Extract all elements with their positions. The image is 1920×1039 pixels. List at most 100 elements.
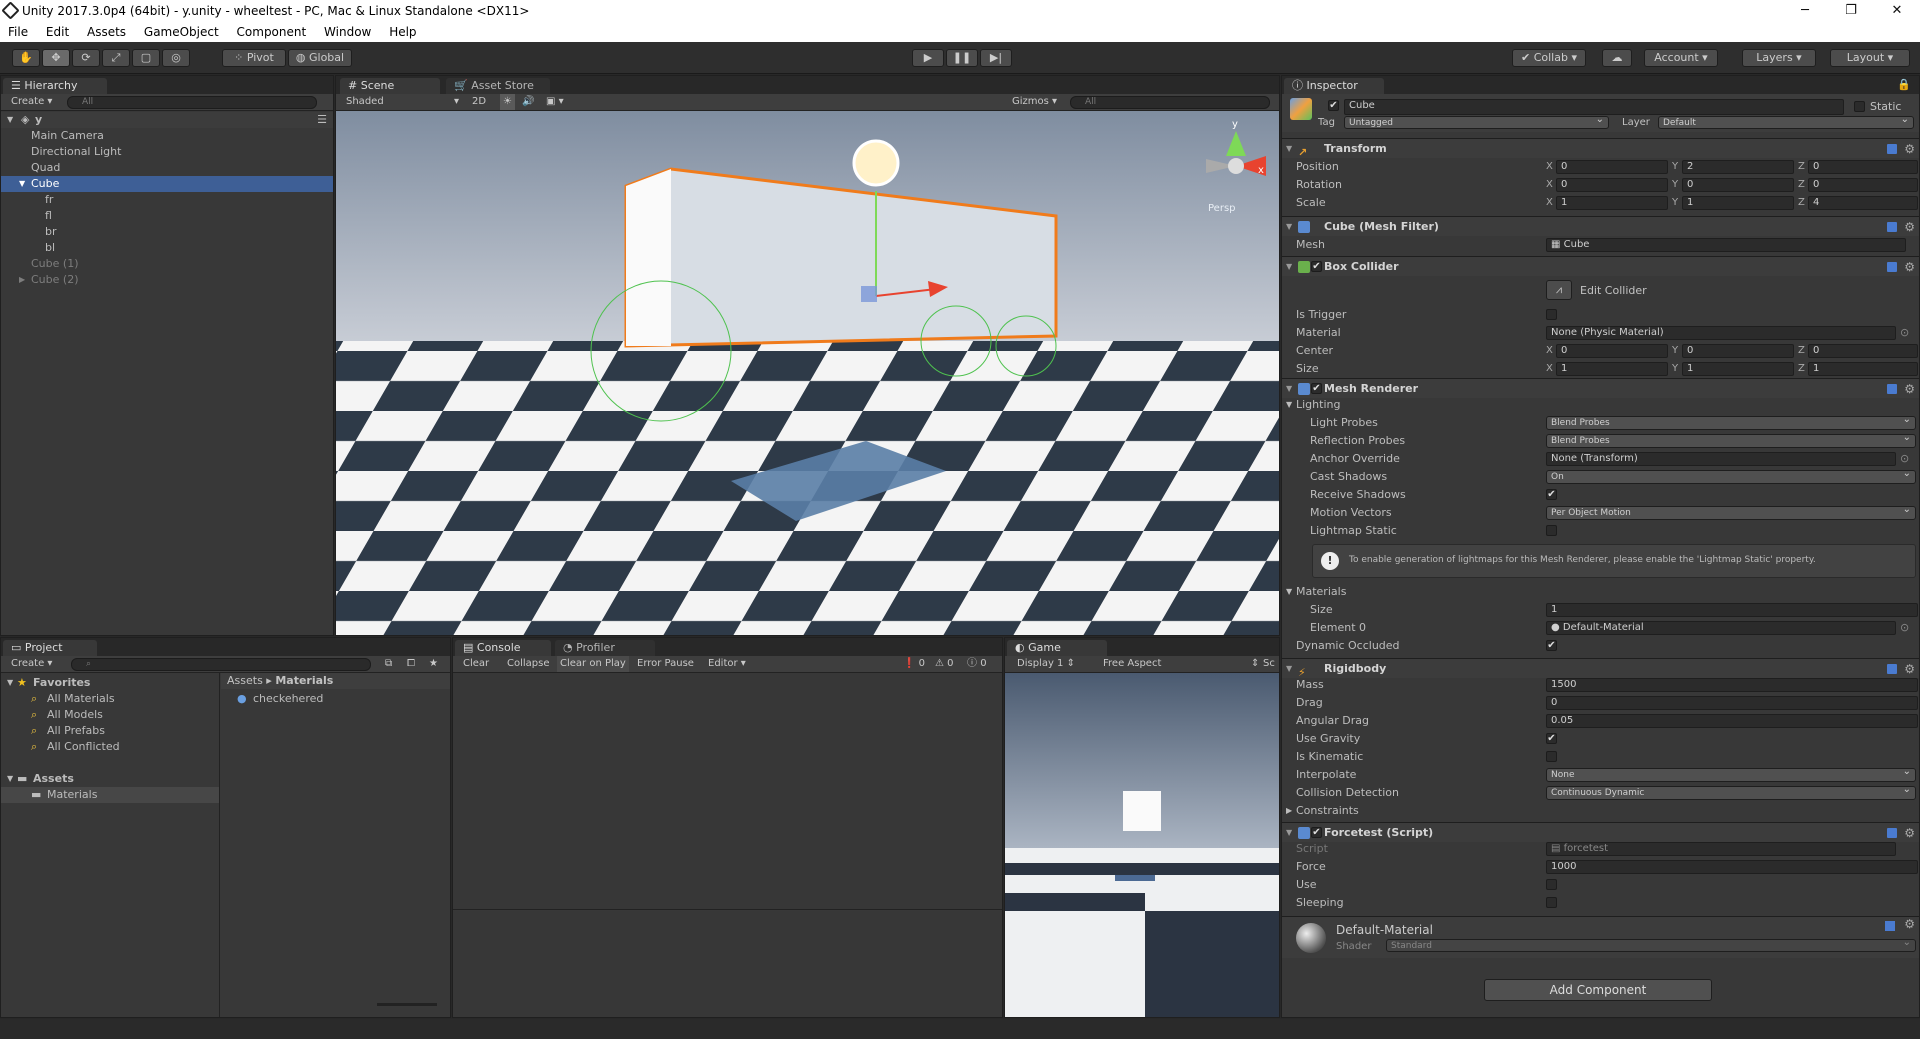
tab-inspector[interactable]: ⓘ Inspector (1284, 78, 1384, 94)
center-z-field[interactable]: 0 (1808, 344, 1918, 358)
materials-folder[interactable]: ▬ Materials (1, 787, 219, 803)
collab-dropdown[interactable]: ✔ Collab ▾ (1512, 49, 1586, 67)
icon-size-slider[interactable] (377, 1003, 437, 1006)
console-error-pause-button[interactable]: Error Pause (637, 656, 694, 672)
center-y-field[interactable]: 0 (1682, 344, 1794, 358)
active-checkbox[interactable]: ✔ (1328, 100, 1339, 111)
help-book-icon[interactable] (1887, 262, 1897, 272)
transform-y-field[interactable]: 1 (1682, 196, 1794, 210)
help-book-icon[interactable] (1887, 144, 1897, 154)
tab-game[interactable]: ◐ Game (1007, 640, 1107, 656)
object-picker-icon[interactable]: ⊙ (1900, 450, 1909, 468)
transform-x-field[interactable]: 1 (1556, 196, 1668, 210)
step-button[interactable]: ▶| (980, 49, 1012, 67)
lighting-toggle-icon[interactable]: ☀ (500, 94, 515, 110)
static-checkbox[interactable] (1854, 101, 1865, 112)
gear-icon[interactable]: ⚙ (1904, 917, 1915, 931)
tab-console[interactable]: ▤ Console (455, 640, 551, 656)
game-viewport[interactable] (1005, 673, 1279, 1018)
project-file-item[interactable]: ● checkehered (221, 691, 450, 707)
help-book-icon[interactable] (1887, 828, 1897, 838)
rigidbody-header[interactable]: ▼ ⚡ Rigidbody ⚙ (1282, 658, 1919, 679)
assets-folder[interactable]: ▼ ▬ Assets (1, 771, 219, 787)
cast-shadows-dropdown[interactable]: On (1546, 468, 1916, 484)
help-book-icon[interactable] (1885, 921, 1895, 931)
log-count[interactable]: ⓘ 0 (967, 656, 987, 672)
size-x-field[interactable]: 1 (1556, 362, 1668, 376)
cloud-button[interactable]: ☁ (1602, 49, 1632, 67)
scale-tool-icon[interactable]: ⤢ (102, 49, 130, 67)
mesh-filter-header[interactable]: ▼ Cube (Mesh Filter) ⚙ (1282, 216, 1919, 236)
gizmos-dropdown[interactable]: Gizmos ▾ (1012, 94, 1057, 110)
menu-gameobject[interactable]: GameObject (144, 25, 219, 39)
transform-y-field[interactable]: 2 (1682, 160, 1794, 174)
transform-x-field[interactable]: 0 (1556, 178, 1668, 192)
force-field[interactable]: 1000 (1546, 860, 1918, 874)
box-collider-header[interactable]: ▼ ✔ Box Collider ⚙ (1282, 256, 1919, 276)
console-clear-on-play-button[interactable]: Clear on Play (557, 656, 629, 672)
transform-z-field[interactable]: 0 (1808, 160, 1918, 174)
collider-material-field[interactable]: None (Physic Material) (1546, 326, 1896, 340)
scale-label[interactable]: Sc (1263, 656, 1275, 672)
collision-detection-dropdown[interactable]: Continuous Dynamic (1546, 784, 1916, 800)
gear-icon[interactable]: ⚙ (1904, 139, 1915, 159)
hierarchy-item[interactable]: ▼ Cube (1, 176, 333, 192)
scene-root-row[interactable]: ▼ ◈ y ☰ (1, 112, 333, 128)
material-section[interactable]: Default-Material Shader Standard ⚙ (1282, 916, 1919, 958)
hierarchy-item[interactable]: fl (1, 208, 333, 224)
help-book-icon[interactable] (1887, 664, 1897, 674)
global-toggle[interactable]: ◍ Global (288, 49, 352, 67)
display-dropdown[interactable]: Display 1 ⇕ (1017, 656, 1075, 672)
favorite-item[interactable]: ⌕ All Prefabs (1, 723, 219, 739)
object-picker-icon[interactable]: ⊙ (1900, 619, 1909, 637)
pivot-toggle[interactable]: ⁘ Pivot (222, 49, 286, 67)
minimize-button[interactable]: ─ (1782, 0, 1828, 22)
tab-project[interactable]: ▭ Project (3, 640, 97, 656)
gear-icon[interactable]: ⚙ (1904, 217, 1915, 237)
edit-collider-button[interactable]: ⩘ (1546, 280, 1572, 300)
anchor-override-field[interactable]: None (Transform) (1546, 452, 1896, 466)
tab-hierarchy[interactable]: ☰ Hierarchy (3, 78, 107, 94)
add-component-button[interactable]: Add Component (1484, 979, 1712, 1001)
effects-toggle-icon[interactable]: ▣ ▾ (546, 94, 564, 110)
breadcrumb-materials[interactable]: Materials (275, 674, 333, 687)
hierarchy-item[interactable]: ▶ Cube (2) (1, 272, 333, 288)
tag-dropdown[interactable]: Untagged (1344, 114, 1609, 129)
element-0-field[interactable]: ● Default-Material (1546, 621, 1896, 635)
forcetest-script-header[interactable]: ▼ ✔ Forcetest (Script) ⚙ (1282, 822, 1919, 842)
rect-tool-icon[interactable]: ▢ (132, 49, 160, 67)
transform-z-field[interactable]: 4 (1808, 196, 1918, 210)
filter-type-icon[interactable]: ⧉ (385, 656, 392, 672)
help-book-icon[interactable] (1887, 222, 1897, 232)
use-checkbox[interactable] (1546, 879, 1557, 890)
console-log-list[interactable] (453, 673, 1002, 910)
hierarchy-item[interactable]: fr (1, 192, 333, 208)
pause-button[interactable]: ❚❚ (946, 49, 978, 67)
tab-scene[interactable]: # Scene (340, 78, 440, 94)
project-create-button[interactable]: Create ▾ (11, 656, 52, 672)
hand-tool-icon[interactable]: ✋ (12, 49, 40, 67)
console-editor-dropdown[interactable]: Editor ▾ (708, 656, 746, 672)
size-z-field[interactable]: 1 (1808, 362, 1918, 376)
audio-toggle-icon[interactable]: 🔊 (522, 94, 534, 110)
menu-window[interactable]: Window (324, 25, 371, 39)
materials-size-field[interactable]: 1 (1546, 603, 1918, 617)
sleeping-checkbox[interactable] (1546, 897, 1557, 908)
tab-profiler[interactable]: ◔ Profiler (555, 640, 655, 656)
transform-tool-icon[interactable]: ◎ (162, 49, 190, 67)
hierarchy-item[interactable]: br (1, 224, 333, 240)
fold-icon[interactable]: ▼ (19, 176, 25, 192)
filter-label-icon[interactable]: ⧠ (407, 656, 415, 672)
menu-file[interactable]: File (8, 25, 28, 39)
lighting-foldout[interactable]: ▼ Lighting (1282, 396, 1919, 414)
favorite-item[interactable]: ⌕ All Models (1, 707, 219, 723)
center-x-field[interactable]: 0 (1556, 344, 1668, 358)
error-count[interactable]: ❗ 0 (903, 656, 925, 672)
breadcrumb-assets[interactable]: Assets (227, 674, 263, 687)
menu-assets[interactable]: Assets (87, 25, 126, 39)
hierarchy-item[interactable]: Cube (1) (1, 256, 333, 272)
script-enabled-checkbox[interactable]: ✔ (1311, 827, 1322, 838)
scene-search-input[interactable]: All (1070, 96, 1270, 109)
materials-foldout[interactable]: ▼ Materials (1282, 583, 1919, 601)
hierarchy-item[interactable]: Directional Light (1, 144, 333, 160)
